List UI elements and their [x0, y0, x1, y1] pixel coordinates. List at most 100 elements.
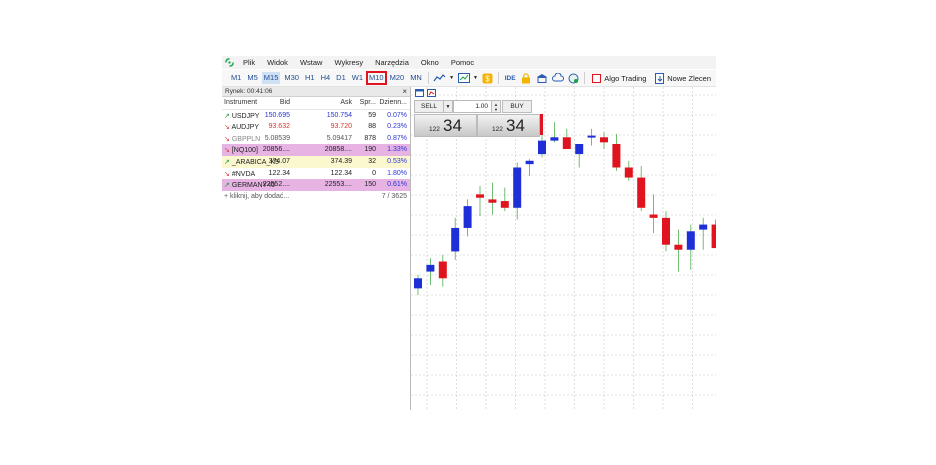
column-header-instrument[interactable]: Instrument — [224, 99, 257, 106]
table-row[interactable]: ↘ #NVDA 122.34 122.34 0 1.80% — [222, 168, 410, 180]
candle-body — [711, 224, 716, 249]
timeframe-m1[interactable]: M1 — [229, 72, 243, 84]
one-click-trading-panel: SELL ▼ 1.00 ▲ ▼ BUY 122 34 122 34 — [414, 100, 543, 137]
market-watch-header: Rynek: 00:41:06 × — [222, 87, 410, 97]
spread-value: 0 — [372, 169, 376, 177]
lot-stepper[interactable]: ▲ ▼ — [492, 100, 501, 113]
daily-change-value: 0.07% — [387, 111, 407, 119]
chevron-down-icon[interactable]: ▼ — [449, 72, 455, 84]
sell-button[interactable]: SELL — [414, 100, 444, 113]
chart-grid-icon[interactable] — [427, 89, 436, 98]
add-symbol-link[interactable]: + kliknij, aby dodać... — [224, 193, 289, 200]
timeframe-m5[interactable]: M5 — [245, 72, 259, 84]
add-symbol-row[interactable]: + kliknij, aby dodać... 7 / 3625 — [222, 191, 410, 203]
trend-arrow-icon: ↘ — [224, 170, 230, 178]
ask-value: 374.39 — [330, 157, 352, 165]
timeframe-w1[interactable]: W1 — [350, 72, 365, 84]
candle-body — [438, 261, 447, 279]
lot-size-input[interactable]: 1.00 — [453, 100, 492, 113]
menu-help[interactable]: Pomoc — [445, 58, 480, 67]
bid-value: 150.695 — [264, 111, 290, 119]
timeframe-h4[interactable]: H4 — [319, 72, 333, 84]
dollar-icon[interactable]: $ — [480, 72, 494, 84]
sell-price-box[interactable]: 122 34 — [414, 114, 477, 137]
timeframe-mn[interactable]: MN — [408, 72, 424, 84]
daily-change-value: 0.23% — [387, 123, 407, 131]
ask-value: 93.720 — [330, 123, 352, 131]
table-row[interactable]: ↘ GBPPLN 5.08539 5.09417 878 0.87% — [222, 133, 410, 145]
menu-charts[interactable]: Wykresy — [328, 58, 369, 67]
chevron-down-icon[interactable]: ▼ — [472, 72, 478, 84]
chart-window-icon[interactable] — [415, 89, 424, 98]
trend-arrow-icon: ↘ — [224, 124, 230, 132]
chevron-down-icon[interactable]: ▼ — [444, 100, 453, 113]
instrument-name: ↘ AUDJPY — [224, 124, 260, 132]
candle-body — [488, 199, 497, 203]
menu-file[interactable]: Plik — [237, 58, 261, 67]
ask-value: 122.34 — [330, 169, 352, 177]
instrument-name: ↘ [NQ100] — [224, 147, 258, 155]
app-logo-icon — [224, 58, 234, 68]
indicators-icon[interactable] — [457, 72, 471, 84]
close-icon[interactable]: × — [402, 87, 407, 96]
market-watch-column-headers: Instrument Bid Ask Spr... Dzienn... — [222, 97, 410, 110]
trend-arrow-icon: ↘ — [224, 135, 230, 143]
trade-controls: SELL ▼ 1.00 ▲ ▼ BUY — [414, 100, 539, 113]
timeframe-h1[interactable]: H1 — [303, 72, 317, 84]
daily-change-value: 0.87% — [387, 134, 407, 142]
candle-body — [513, 167, 522, 208]
spread-value: 878 — [364, 134, 376, 142]
candle-body — [649, 214, 658, 218]
timeframe-d1[interactable]: D1 — [334, 72, 348, 84]
lock-icon[interactable] — [519, 72, 533, 84]
menu-tools[interactable]: Narzędzia — [369, 58, 415, 67]
daily-change-value: 0.61% — [387, 181, 407, 189]
column-header-ask[interactable]: Ask — [340, 99, 352, 106]
spread-value: 59 — [368, 111, 376, 119]
ide-icon[interactable]: IDE — [503, 72, 517, 84]
new-order-button[interactable]: Nowe Zlecen — [667, 74, 711, 83]
buy-price-small: 122 — [492, 126, 503, 133]
trend-arrow-icon: ↗ — [224, 158, 230, 166]
new-order-icon[interactable] — [652, 72, 666, 84]
chart-area[interactable]: SELL ▼ 1.00 ▲ ▼ BUY 122 34 122 34 — [411, 87, 716, 410]
algo-trading-icon[interactable] — [589, 72, 603, 84]
bid-value: 5.08539 — [264, 134, 290, 142]
table-row[interactable]: ↘ AUDJPY 93.632 93.720 88 0.23% — [222, 121, 410, 133]
timeframe-m20[interactable]: M20 — [388, 72, 407, 84]
table-row[interactable]: ↗ GERMANY40 22552.... 22553.... 150 0.61… — [222, 179, 410, 191]
timeframe-m10[interactable]: M10 — [366, 71, 387, 85]
candle-body — [538, 140, 546, 155]
timeframe-m15[interactable]: M15 — [261, 72, 281, 84]
sell-price-small: 122 — [429, 126, 440, 133]
table-row[interactable]: ↘ [NQ100] 20856.... 20858.... 190 1.33% — [222, 144, 410, 156]
cloud-icon[interactable] — [551, 72, 565, 84]
candle-body — [451, 227, 460, 252]
table-row[interactable]: ↗ USDJPY 150.695 150.754 59 0.07% — [222, 110, 410, 122]
market-icon[interactable] — [535, 72, 549, 84]
buy-button[interactable]: BUY — [502, 100, 532, 113]
menu-view[interactable]: Widok — [261, 58, 294, 67]
line-chart-icon[interactable] — [433, 72, 447, 84]
instrument-name: ↘ GBPPLN — [224, 135, 261, 143]
column-header-bid[interactable]: Bid — [280, 99, 290, 106]
candle-body — [587, 135, 596, 138]
ask-value: 150.754 — [326, 111, 352, 119]
algo-trading-button[interactable]: Algo Trading — [604, 74, 646, 83]
timeframe-m30[interactable]: M30 — [282, 72, 301, 84]
symbol-count: 7 / 3625 — [381, 192, 407, 200]
menu-window[interactable]: Okno — [415, 58, 445, 67]
buy-price-box[interactable]: 122 34 — [477, 114, 540, 137]
menu-insert[interactable]: Wstaw — [294, 58, 329, 67]
bid-value: 20856.... — [262, 146, 290, 154]
bid-value: 374.07 — [268, 157, 290, 165]
column-header-daily[interactable]: Dzienn... — [379, 99, 407, 106]
ask-value: 20858.... — [324, 146, 352, 154]
column-header-spread[interactable]: Spr... — [360, 99, 376, 106]
market-watch-rows: ↗ USDJPY 150.695 150.754 59 0.07% ↘ AUDJ… — [222, 110, 410, 191]
table-row[interactable]: ↗ _ARABICA_K5 374.07 374.39 32 0.53% — [222, 155, 410, 168]
trend-arrow-icon: ↘ — [224, 147, 230, 155]
globe-icon[interactable] — [567, 72, 581, 84]
timeframe-toolbar: M1 M5 M15 M30 H1 H4 D1 W1 M10 M20 MN ▼ ▼… — [222, 70, 716, 87]
candle-body — [686, 231, 695, 250]
